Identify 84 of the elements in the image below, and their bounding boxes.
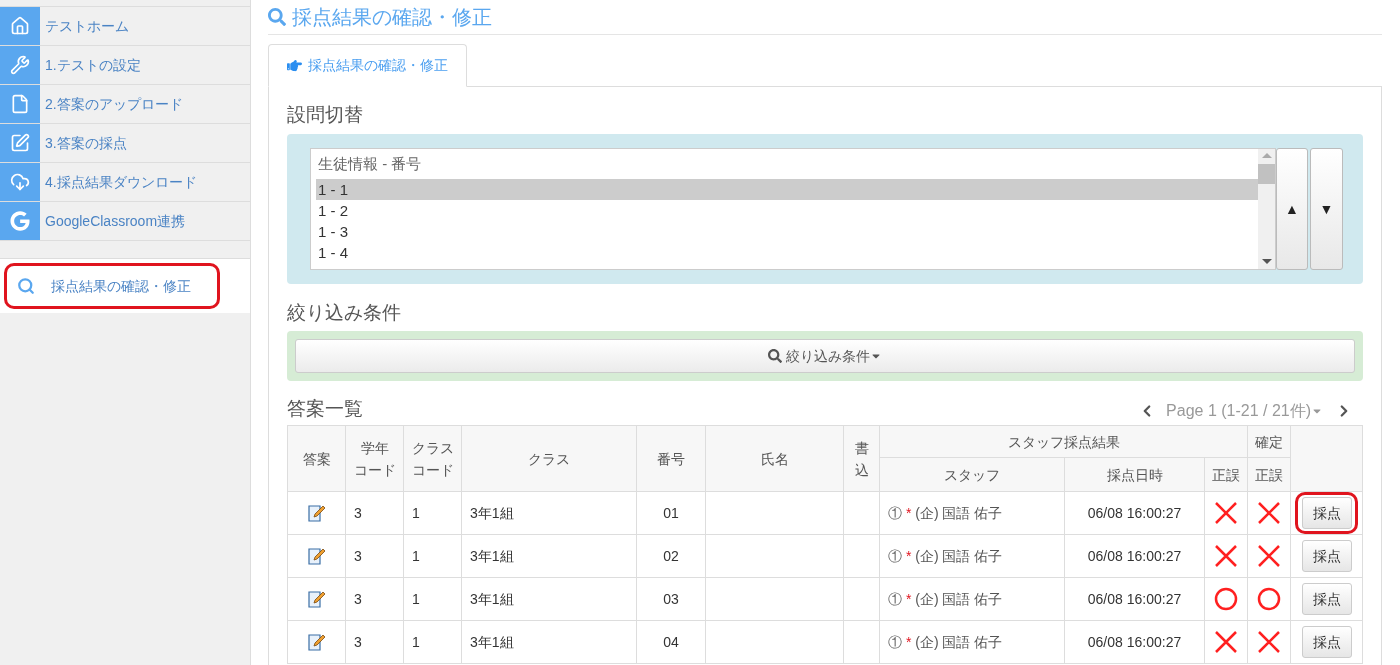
column-header: スタッフ: [879, 457, 1065, 492]
table-cell: 3: [345, 534, 404, 578]
sidebar-item[interactable]: 2.答案のアップロード: [0, 84, 250, 123]
table-cell: 3年1組: [461, 491, 637, 535]
column-header: 確定: [1247, 425, 1291, 458]
document-pen-icon[interactable]: [306, 503, 327, 523]
table-cell: 1: [403, 620, 462, 664]
house-icon: [10, 16, 30, 36]
grade-button[interactable]: 採点: [1301, 540, 1352, 572]
staff-name: ① * (企) 国語 佑子: [888, 590, 1003, 607]
table-cell: 3: [345, 620, 404, 664]
column-header: 番号: [636, 425, 706, 492]
section-heading: 答案一覧: [287, 397, 363, 421]
sidebar-label: 1.テストの設定: [45, 55, 141, 75]
table-cell: 06/08 16:00:27: [1064, 491, 1205, 535]
sidebar-item[interactable]: 4.採点結果ダウンロード: [0, 162, 250, 201]
scrollbar[interactable]: [1258, 149, 1276, 269]
table-cell: 1: [403, 491, 462, 535]
table-cell: 06/08 16:00:27: [1064, 620, 1205, 664]
list-option[interactable]: 1 - 2: [316, 200, 1259, 221]
table-cell: 3年1組: [461, 534, 637, 578]
cloud-download-icon: [10, 172, 30, 192]
move-down-button[interactable]: ▼: [1310, 148, 1344, 270]
sidebar-item[interactable]: テストホーム: [0, 6, 250, 45]
document-pen-icon[interactable]: [306, 632, 327, 652]
scroll-down-icon[interactable]: [1261, 259, 1272, 264]
table-cell: 04: [636, 620, 706, 664]
table-cell: 02: [636, 534, 706, 578]
document-pen-icon[interactable]: [306, 546, 327, 566]
staff-name: ① * (企) 国語 佑子: [888, 633, 1003, 650]
section-heading: 設問切替: [287, 103, 364, 127]
table-cell: 03: [636, 577, 706, 621]
sidebar-label: 3.答案の採点: [45, 133, 127, 153]
column-header: 正誤: [1204, 457, 1248, 492]
grade-button[interactable]: 採点: [1301, 583, 1352, 615]
sidebar-item[interactable]: 採点結果の確認・修正: [4, 263, 220, 309]
table-cell: 06/08 16:00:27: [1064, 534, 1205, 578]
page-title: 採点結果の確認・修正: [292, 5, 492, 30]
column-header: 書 込: [843, 425, 880, 492]
column-header: 答案: [287, 425, 346, 492]
list-option[interactable]: 1 - 4: [316, 242, 1259, 263]
search-icon: [768, 349, 782, 363]
search-icon: [268, 8, 286, 26]
column-header: 正誤: [1247, 457, 1291, 492]
sidebar-label: GoogleClassroom連携: [45, 211, 186, 231]
table-cell: 3年1組: [461, 620, 637, 664]
list-option[interactable]: 1 - 1: [316, 179, 1259, 200]
document-pen-icon[interactable]: [306, 589, 327, 609]
file-icon: [10, 94, 30, 114]
scroll-thumb[interactable]: [1258, 164, 1276, 184]
table-cell: 01: [636, 491, 706, 535]
g-letter-icon: [10, 211, 30, 231]
section-heading: 絞り込み条件: [287, 301, 402, 325]
table-cell: 1: [403, 534, 462, 578]
table-cell: 1: [403, 577, 462, 621]
grade-button[interactable]: 採点: [1301, 497, 1352, 529]
pen-square-icon: [10, 133, 30, 153]
sidebar-label: 2.答案のアップロード: [45, 94, 183, 114]
table-cell: 3: [345, 491, 404, 535]
wrench-icon: [10, 55, 30, 75]
sidebar-item[interactable]: 1.テストの設定: [0, 45, 250, 84]
pointing-hand-icon: [287, 58, 302, 73]
table-cell: 06/08 16:00:27: [1064, 577, 1205, 621]
column-header: 採点日時: [1064, 457, 1205, 492]
sidebar-label: 4.採点結果ダウンロード: [45, 172, 197, 192]
table-cell: 3: [345, 577, 404, 621]
column-header: クラス: [461, 425, 637, 492]
move-up-button[interactable]: ▲: [1276, 148, 1309, 270]
column-header: 学年 コード: [345, 425, 404, 492]
column-header: クラス コード: [403, 425, 462, 492]
sidebar-item[interactable]: 3.答案の採点: [0, 123, 250, 162]
list-group-label: 生徒情報 - 番号: [317, 154, 423, 174]
grade-button[interactable]: 採点: [1301, 626, 1352, 658]
sidebar-label: テストホーム: [45, 16, 129, 36]
table-cell: 3年1組: [461, 577, 637, 621]
staff-name: ① * (企) 国語 佑子: [888, 547, 1003, 564]
column-header: 氏名: [705, 425, 844, 492]
column-group-header: スタッフ採点結果: [879, 425, 1248, 458]
filter-button[interactable]: 絞り込み条件: [295, 339, 1356, 373]
staff-name: ① * (企) 国語 佑子: [888, 504, 1003, 521]
sidebar-item[interactable]: GoogleClassroom連携: [0, 201, 250, 240]
question-list[interactable]: 生徒情報 - 番号 1 - 1 1 - 2 1 - 3 1 - 4: [310, 148, 1277, 270]
search-icon: [17, 277, 35, 295]
list-option[interactable]: 1 - 3: [316, 221, 1259, 242]
